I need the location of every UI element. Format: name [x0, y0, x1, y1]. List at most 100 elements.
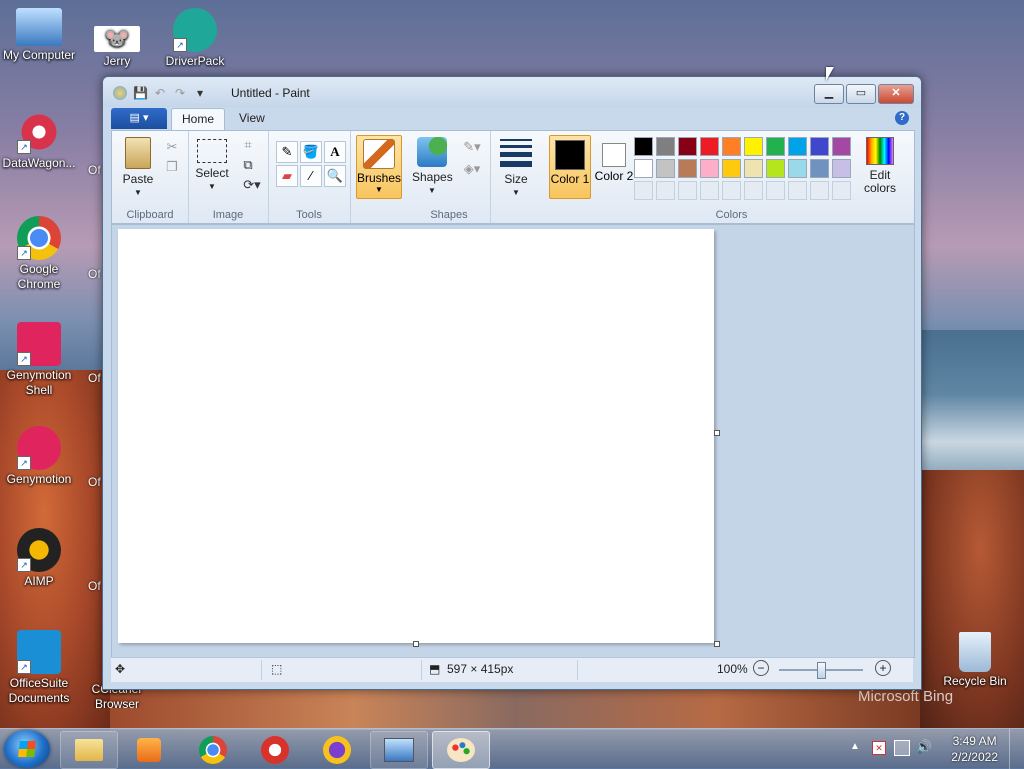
eraser-icon[interactable]: ▰: [276, 165, 298, 187]
size-label: Size: [504, 172, 528, 186]
palette-swatch[interactable]: [788, 159, 807, 178]
desktop-icon-google-chrome[interactable]: ↗ Google Chrome: [0, 216, 78, 292]
custom-color-slot[interactable]: [700, 181, 719, 200]
resize-icon[interactable]: ⧉: [238, 155, 258, 175]
taskbar-media-player[interactable]: [120, 731, 178, 769]
computer-icon: [384, 738, 414, 762]
palette-swatch[interactable]: [656, 137, 675, 156]
color2-button[interactable]: Color 2: [594, 135, 634, 197]
fill-shape-icon[interactable]: ◈▾: [458, 159, 486, 179]
desktop-icon-officesuite-documents[interactable]: ↗ OfficeSuite Documents: [0, 630, 78, 706]
taskbar-paint[interactable]: [432, 731, 490, 769]
custom-color-slot[interactable]: [744, 181, 763, 200]
zoom-out-button[interactable]: −: [753, 660, 769, 676]
palette-swatch[interactable]: [744, 137, 763, 156]
customize-qat-icon[interactable]: ▾: [193, 86, 207, 100]
palette-swatch[interactable]: [810, 159, 829, 178]
action-center-icon[interactable]: ✕: [872, 741, 886, 755]
help-icon[interactable]: ?: [895, 111, 909, 125]
shapes-button[interactable]: Shapes ▼: [412, 137, 453, 197]
custom-color-slot[interactable]: [766, 181, 785, 200]
custom-color-slot[interactable]: [810, 181, 829, 200]
custom-color-slot[interactable]: [722, 181, 741, 200]
palette-swatch[interactable]: [634, 159, 653, 178]
rotate-icon[interactable]: ⟳▾: [238, 175, 266, 195]
copy-icon[interactable]: ❐: [162, 157, 182, 177]
paste-button[interactable]: Paste ▼: [118, 137, 158, 199]
palette-swatch[interactable]: [766, 159, 785, 178]
desktop-icon-driverpack[interactable]: ↗ DriverPack: [156, 8, 234, 69]
zoom-slider-thumb[interactable]: [817, 662, 826, 679]
title-bar[interactable]: 💾 ↶ ↷ ▾ Untitled - Paint ▁ ▭ ✕: [103, 77, 921, 107]
show-desktop-button[interactable]: [1009, 729, 1024, 769]
resize-handle-right[interactable]: [714, 430, 720, 436]
network-icon[interactable]: [894, 740, 910, 756]
select-button[interactable]: Select ▼: [194, 139, 230, 193]
desktop-icon-aimp[interactable]: ↗ AIMP: [0, 528, 78, 589]
palette-swatch[interactable]: [678, 159, 697, 178]
taskbar-computer[interactable]: [370, 731, 428, 769]
file-menu-button[interactable]: ▤ ▾: [111, 108, 167, 129]
volume-icon[interactable]: 🔊: [916, 739, 932, 755]
cut-icon[interactable]: ✂: [162, 137, 182, 157]
palette-swatch[interactable]: [700, 137, 719, 156]
palette-swatch[interactable]: [722, 137, 741, 156]
custom-color-slot[interactable]: [634, 181, 653, 200]
resize-handle-corner[interactable]: [714, 641, 720, 647]
brushes-button[interactable]: Brushes ▼: [356, 135, 402, 199]
taskbar-explorer[interactable]: [60, 731, 118, 769]
drawing-canvas[interactable]: [118, 229, 714, 643]
size-button[interactable]: Size ▼: [496, 137, 536, 199]
taskbar-ccleaner[interactable]: [246, 731, 304, 769]
fill-icon[interactable]: 🪣: [300, 141, 322, 163]
palette-swatch[interactable]: [744, 159, 763, 178]
canvas-area: [111, 224, 915, 658]
undo-icon[interactable]: ↶: [153, 86, 167, 100]
palette-swatch[interactable]: [678, 137, 697, 156]
palette-swatch[interactable]: [832, 159, 851, 178]
minimize-button[interactable]: ▁: [814, 84, 844, 104]
clock[interactable]: 3:49 AM 2/2/2022: [951, 733, 998, 765]
color-picker-icon[interactable]: ⁄: [300, 165, 322, 187]
tab-view[interactable]: View: [229, 108, 275, 129]
edit-colors-button[interactable]: Edit colors: [856, 137, 904, 195]
palette-swatch[interactable]: [634, 137, 653, 156]
zoom-slider[interactable]: [779, 662, 863, 679]
magnifier-icon[interactable]: 🔍: [324, 165, 346, 187]
custom-color-slot[interactable]: [788, 181, 807, 200]
text-icon[interactable]: A: [324, 141, 346, 163]
desktop-icon-datawagon[interactable]: ↗ DataWagon...: [0, 110, 78, 171]
palette-swatch[interactable]: [788, 137, 807, 156]
custom-color-slot[interactable]: [678, 181, 697, 200]
redo-icon[interactable]: ↷: [173, 86, 187, 100]
palette-swatch[interactable]: [832, 137, 851, 156]
resize-handle-bottom[interactable]: [413, 641, 419, 647]
save-icon[interactable]: 💾: [133, 86, 148, 100]
desktop-icon-jerry[interactable]: 🐭 Jerry: [78, 26, 156, 69]
taskbar-chrome[interactable]: [184, 731, 242, 769]
paste-label: Paste: [122, 172, 154, 186]
outline-icon[interactable]: ✎▾: [458, 137, 486, 157]
start-button[interactable]: [4, 730, 50, 768]
crop-icon[interactable]: ⌗: [238, 135, 258, 155]
palette-swatch[interactable]: [722, 159, 741, 178]
desktop-icon-my-computer[interactable]: My Computer: [0, 8, 78, 63]
palette-swatch[interactable]: [656, 159, 675, 178]
custom-color-slot[interactable]: [832, 181, 851, 200]
desktop-icon-recycle-bin[interactable]: Recycle Bin: [936, 632, 1014, 689]
tab-home[interactable]: Home: [171, 108, 226, 130]
maximize-button[interactable]: ▭: [846, 84, 876, 104]
desktop-icon-genymotion[interactable]: ↗ Genymotion: [0, 426, 78, 487]
palette-swatch[interactable]: [700, 159, 719, 178]
close-button[interactable]: ✕: [878, 84, 914, 104]
paint-app-icon[interactable]: [113, 86, 127, 100]
taskbar-vpn[interactable]: [308, 731, 366, 769]
desktop-icon-genymotion-shell[interactable]: ↗ Genymotion Shell: [0, 322, 78, 398]
palette-swatch[interactable]: [766, 137, 785, 156]
zoom-in-button[interactable]: +: [875, 660, 891, 676]
custom-color-slot[interactable]: [656, 181, 675, 200]
color1-button[interactable]: Color 1: [549, 135, 591, 199]
pencil-icon[interactable]: ✎: [276, 141, 298, 163]
palette-swatch[interactable]: [810, 137, 829, 156]
show-hidden-icons[interactable]: ▲: [850, 741, 860, 752]
